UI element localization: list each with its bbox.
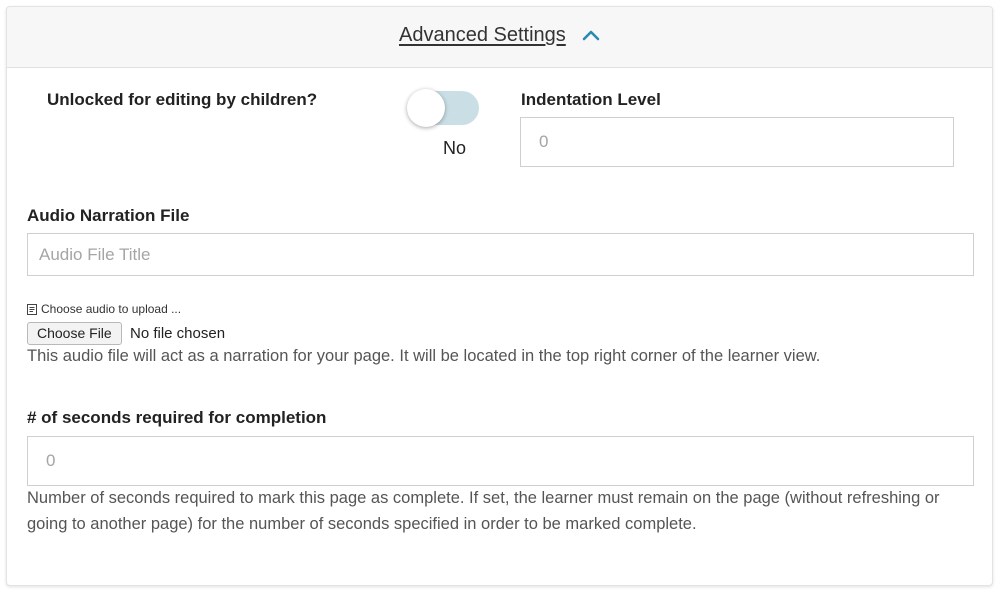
audio-label: Audio Narration File	[27, 206, 190, 225]
audio-title-input[interactable]	[27, 233, 974, 276]
chevron-up-icon[interactable]	[582, 28, 600, 42]
indentation-input[interactable]	[520, 117, 954, 167]
file-icon	[27, 303, 37, 315]
seconds-label: # of seconds required for completion	[27, 408, 327, 427]
toggle-knob	[407, 89, 445, 127]
upload-caption: Choose audio to upload ...	[27, 302, 181, 316]
choose-file-button[interactable]: Choose File	[27, 322, 122, 345]
no-file-chosen-text: No file chosen	[130, 325, 226, 342]
seconds-help-text: Number of seconds required to mark this …	[27, 489, 940, 533]
advanced-settings-toggle-link[interactable]: Advanced Settings	[399, 24, 566, 47]
seconds-input[interactable]	[27, 436, 974, 486]
toggle-state-text: No	[443, 138, 467, 158]
audio-help-text: This audio file will act as a narration …	[27, 347, 821, 365]
advanced-settings-header[interactable]: Advanced Settings	[7, 7, 992, 68]
advanced-settings-panel: Advanced Settings Unlocked for editing b…	[6, 6, 993, 586]
unlocked-toggle[interactable]	[407, 87, 481, 129]
upload-caption-text: Choose audio to upload ...	[41, 302, 182, 316]
indentation-label: Indentation Level	[521, 90, 661, 109]
unlocked-label: Unlocked for editing by children?	[47, 90, 318, 109]
